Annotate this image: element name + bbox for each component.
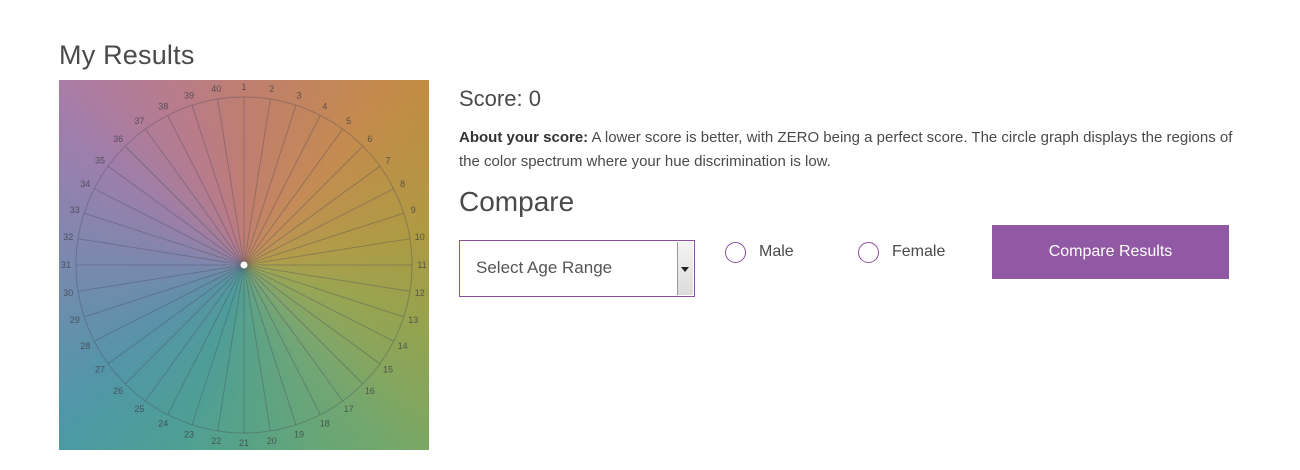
wheel-label: 29 — [70, 315, 80, 325]
wheel-label: 14 — [398, 341, 408, 351]
caret-down-icon — [681, 267, 689, 272]
age-range-select-value: Select Age Range — [476, 258, 613, 277]
score-heading: Score: 0 — [459, 86, 541, 111]
compare-heading: Compare — [459, 186, 575, 217]
wheel-label: 40 — [211, 84, 221, 94]
wheel-spoke — [84, 212, 245, 266]
wheel-spoke — [107, 165, 245, 266]
wheel-label: 1 — [241, 82, 246, 92]
wheel-label: 12 — [415, 288, 425, 298]
wheel-label: 3 — [296, 91, 301, 101]
wheel-label: 16 — [365, 386, 375, 396]
wheel-label: 37 — [134, 116, 144, 126]
wheel-label: 23 — [184, 429, 194, 439]
wheel-spoke — [191, 264, 245, 425]
about-score-text: About your score: A lower score is bette… — [459, 126, 1239, 174]
wheel-spoke — [144, 264, 245, 402]
about-score-label: About your score: — [459, 129, 589, 146]
male-radio[interactable]: Male — [725, 239, 794, 265]
wheel-label: 34 — [80, 179, 90, 189]
wheel-label: 27 — [95, 365, 105, 375]
wheel-label: 2 — [269, 84, 274, 94]
wheel-center-dot — [240, 261, 248, 269]
wheel-label: 15 — [383, 365, 393, 375]
wheel-label: 39 — [184, 91, 194, 101]
wheel-label: 32 — [63, 232, 73, 242]
dropdown-arrow-button[interactable] — [677, 242, 693, 295]
wheel-label: 11 — [417, 260, 426, 270]
wheel-spoke — [243, 264, 404, 318]
wheel-label: 36 — [113, 134, 123, 144]
wheel-label: 10 — [415, 232, 425, 242]
wheel-label: 38 — [158, 101, 168, 111]
wheel-label: 5 — [346, 116, 351, 126]
wheel-label: 18 — [320, 419, 330, 429]
wheel-graph: 1 234567891011121314151617181920212223242… — [61, 82, 427, 448]
wheel-spoke — [144, 128, 245, 266]
wheel-label: 19 — [294, 429, 304, 439]
wheel-label: 9 — [411, 205, 416, 215]
wheel-label: 28 — [80, 341, 90, 351]
wheel-spoke — [243, 165, 381, 266]
wheel-label: 22 — [211, 436, 221, 446]
wheel-label: 35 — [95, 155, 105, 165]
wheel-spoke — [124, 145, 245, 266]
wheel-label: 6 — [367, 134, 372, 144]
wheel-spoke — [243, 264, 364, 385]
wheel-spoke — [124, 264, 245, 385]
wheel-label: 30 — [63, 288, 73, 298]
wheel-label: 8 — [400, 179, 405, 189]
wheel-label: 17 — [344, 404, 354, 414]
wheel-spoke — [107, 264, 245, 365]
wheel-label: 31 — [61, 260, 71, 270]
wheel-label: 33 — [70, 205, 80, 215]
wheel-label: 21 — [239, 438, 249, 448]
wheel-spoke — [243, 212, 404, 266]
female-radio-label: Female — [892, 243, 946, 260]
wheel-spoke — [243, 264, 297, 425]
wheel-spoke — [243, 145, 364, 266]
wheel-label: 25 — [134, 404, 144, 414]
page-title: My Results — [59, 40, 195, 70]
wheel-spoke — [243, 128, 344, 266]
wheel-label: 13 — [408, 315, 418, 325]
wheel-spoke — [243, 264, 344, 402]
wheel-label: 20 — [267, 436, 277, 446]
wheel-label: 4 — [322, 101, 327, 111]
wheel-spoke — [243, 264, 381, 365]
wheel-label: 24 — [158, 419, 168, 429]
female-radio[interactable]: Female — [858, 239, 945, 265]
wheel-label: 26 — [113, 386, 123, 396]
hue-discrimination-wheel: 1 2 3 4 5 6 7 8 9 10 11 12 13 14 15 16 17 18 19 20 21 22 23 24 2… — [59, 80, 429, 450]
age-range-select[interactable]: Select Age Range — [459, 240, 695, 297]
female-radio-circle[interactable] — [858, 241, 879, 263]
wheel-label: 7 — [385, 155, 390, 165]
wheel-spoke — [84, 264, 245, 318]
male-radio-circle[interactable] — [725, 241, 746, 263]
compare-results-button[interactable]: Compare Results — [992, 225, 1229, 279]
wheel-spoke — [243, 105, 297, 266]
male-radio-label: Male — [759, 243, 794, 260]
wheel-spoke — [191, 105, 245, 266]
